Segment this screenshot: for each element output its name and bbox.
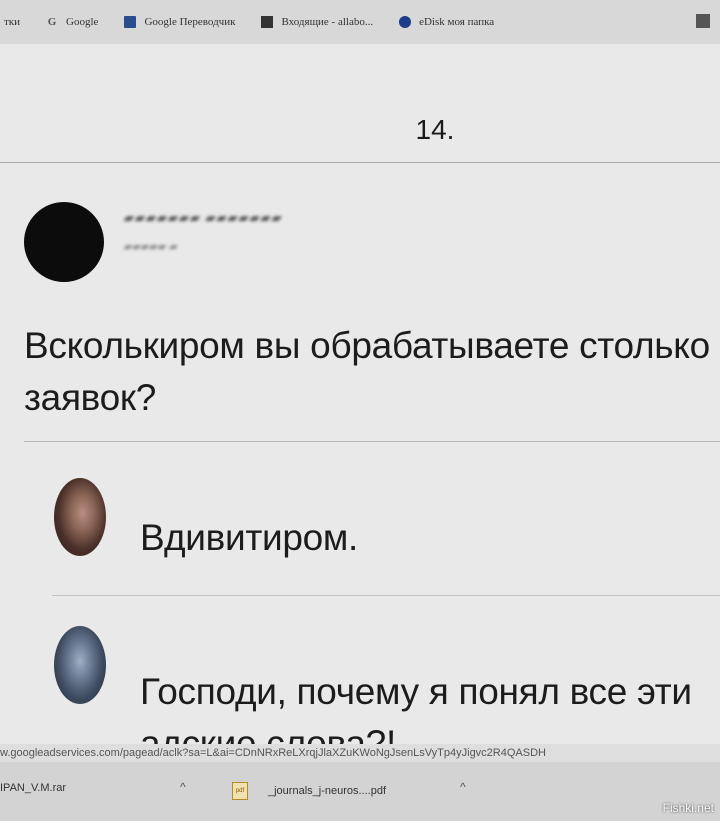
bookmark-item-translate[interactable]: Google Переводчик — [124, 16, 235, 28]
chevron-up-icon[interactable]: ^ — [460, 780, 466, 794]
download-filename: IPAN_V.M.rar — [0, 782, 67, 794]
question-text: Всколькиром вы обрабатываете столько зая… — [24, 325, 710, 418]
pdf-file-icon: pdf — [232, 782, 248, 800]
bookmark-item-edisk[interactable]: eDisk моя папка — [399, 16, 494, 28]
mail-icon — [261, 16, 274, 28]
download-item[interactable]: IPAN_V.M.rar — [0, 782, 66, 794]
chevron-up-icon[interactable]: ^ — [180, 780, 186, 794]
bookmark-label: тки — [4, 16, 21, 28]
author-avatar[interactable] — [24, 202, 104, 282]
download-item[interactable]: pdf _journals_j-neuros....pdf — [232, 782, 386, 800]
author-name-blurred: ▰▰▰▰▰▰▰ ▰▰▰▰▰▰▰ — [123, 210, 282, 225]
bookmark-label: Google Переводчик — [144, 16, 236, 28]
bookmarks-bar: тки G Google Google Переводчик Входящие … — [0, 0, 720, 44]
google-icon: G — [47, 16, 57, 28]
bookmark-item-inbox[interactable]: Входящие - allabo... — [261, 16, 373, 28]
answer-text: Вдивитиром. — [140, 517, 359, 558]
bookmark-label: Входящие - allabo... — [281, 16, 374, 28]
downloads-bar: IPAN_V.M.rar ^ pdf _journals_j-neuros...… — [0, 762, 720, 821]
divider — [52, 595, 720, 596]
bookmark-folder-icon[interactable] — [696, 14, 710, 28]
page-number: 14. — [415, 114, 455, 145]
bookmark-label: eDisk моя папка — [419, 16, 495, 28]
author-meta-blurred: ▰▰▰▰▰ ▰ — [123, 241, 177, 253]
status-bar-url: w.googleadservices.com/pagead/aclk?sa=L&… — [0, 744, 720, 762]
divider — [0, 162, 720, 163]
divider — [24, 441, 720, 442]
bookmark-label: Google — [66, 16, 99, 28]
watermark: Fishki.net — [662, 801, 714, 815]
bookmark-item-google[interactable]: G Google — [46, 16, 99, 28]
answer-avatar[interactable] — [54, 478, 106, 556]
answer-avatar[interactable] — [54, 626, 106, 704]
download-filename: _journals_j-neuros....pdf — [268, 785, 387, 797]
web-page: 14. ▰▰▰▰▰▰▰ ▰▰▰▰▰▰▰ ▰▰▰▰▰ ▰ Всколькиром … — [0, 44, 720, 764]
bookmark-item-partial[interactable]: тки — [4, 16, 20, 28]
translate-icon — [124, 16, 137, 28]
disk-icon — [399, 16, 412, 28]
